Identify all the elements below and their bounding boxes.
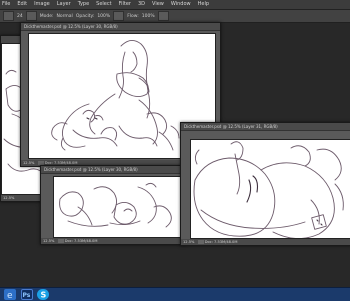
- window-title[interactable]: Dickthemaster.psd @ 12.5% (Layer 31, RGB…: [181, 123, 350, 131]
- document-window-bottom[interactable]: Dickthemaster.psd @ 12.5% (Layer 30, RGB…: [40, 165, 186, 245]
- menu-view[interactable]: View: [152, 0, 164, 9]
- window-title[interactable]: Dickthemaster.psd @ 12.5% (Layer 30, RGB…: [41, 166, 185, 174]
- menu-select[interactable]: Select: [96, 0, 111, 9]
- photoshop-icon[interactable]: Ps: [21, 289, 33, 300]
- skype-icon[interactable]: S: [37, 289, 49, 300]
- status-bar-bottom: 12.5% Doc: 7.53M/48.0M: [41, 238, 185, 244]
- status-bar-right: 12.5% Doc: 7.53M/48.0M: [181, 239, 350, 245]
- ps-glyph: Ps: [23, 292, 31, 299]
- doc-size: Doc: 7.53M/48.0M: [204, 240, 238, 244]
- menu-file[interactable]: File: [2, 0, 10, 9]
- brush-tool-icon[interactable]: [3, 11, 14, 21]
- menu-filter[interactable]: Filter: [119, 0, 131, 9]
- flow-value[interactable]: 100%: [142, 14, 155, 19]
- mode-label: Mode:: [39, 13, 54, 19]
- brush-panel-icon[interactable]: [25, 11, 37, 21]
- svg-text:e: e: [7, 291, 13, 300]
- opacity-label: Opacity:: [75, 13, 95, 19]
- skype-glyph: S: [41, 291, 47, 300]
- pressure-opacity-icon[interactable]: [113, 11, 125, 21]
- document-window-right[interactable]: Dickthemaster.psd @ 12.5% (Layer 31, RGB…: [180, 122, 350, 246]
- status-menu-icon[interactable]: [57, 239, 64, 243]
- menu-help[interactable]: Help: [198, 0, 209, 9]
- menu-type[interactable]: Type: [78, 0, 89, 9]
- menu-edit[interactable]: Edit: [17, 0, 27, 9]
- doc-size: Doc: 7.53M/48.0M: [64, 239, 98, 243]
- menu-bar: File Edit Image Layer Type Select Filter…: [0, 0, 350, 10]
- taskbar: e Ps S: [0, 287, 350, 301]
- ie-glyph: e: [7, 291, 13, 300]
- menu-image[interactable]: Image: [34, 0, 50, 9]
- airbrush-icon[interactable]: [157, 11, 169, 21]
- svg-text:S: S: [41, 291, 47, 300]
- svg-text:Ps: Ps: [23, 292, 31, 299]
- zoom-level[interactable]: 12.5%: [43, 239, 54, 243]
- menu-items: File Edit Image Layer Type Select Filter…: [2, 0, 209, 9]
- zoom-level[interactable]: 12.5%: [3, 196, 14, 200]
- canvas-right[interactable]: [190, 139, 350, 239]
- window-title[interactable]: Dickthemaster.psd @ 12.5% (Layer 30, RGB…: [21, 23, 220, 31]
- brush-size[interactable]: 24: [17, 14, 23, 19]
- status-menu-icon[interactable]: [197, 240, 204, 244]
- opacity-value[interactable]: 100%: [97, 14, 110, 19]
- zoom-level[interactable]: 12.5%: [23, 161, 34, 165]
- mode-select[interactable]: Normal: [57, 14, 73, 19]
- sketch-right: [193, 141, 344, 238]
- flow-label: Flow:: [127, 13, 139, 19]
- ie-icon[interactable]: e: [4, 289, 16, 300]
- menu-window[interactable]: Window: [171, 0, 191, 9]
- canvas-bottom[interactable]: [53, 176, 182, 238]
- menu-3d[interactable]: 3D: [138, 0, 145, 9]
- zoom-level[interactable]: 12.5%: [183, 240, 194, 244]
- menu-layer[interactable]: Layer: [57, 0, 71, 9]
- sketch-bottom: [59, 182, 172, 228]
